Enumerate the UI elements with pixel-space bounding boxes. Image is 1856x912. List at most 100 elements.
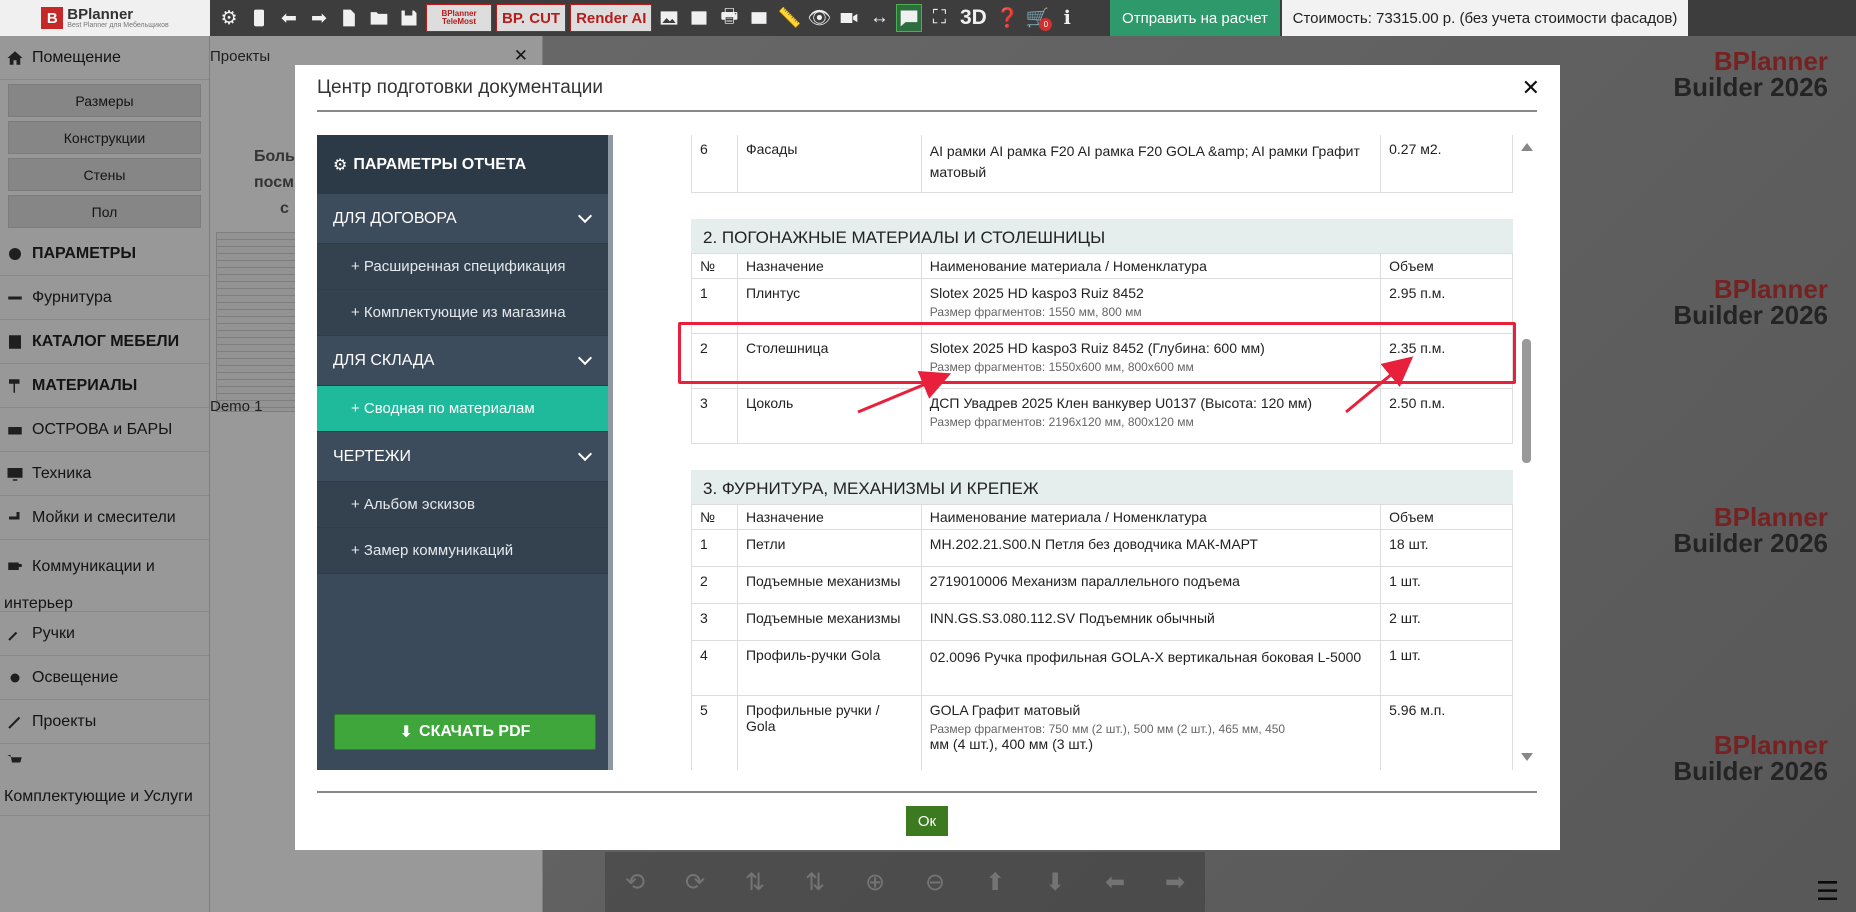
header-name: Наименование материала / Номенклатура: [920, 503, 1382, 530]
header-volume: Объем: [1380, 503, 1513, 530]
menu-section-warehouse[interactable]: ДЛЯ СКЛАДА: [317, 336, 608, 386]
menu-item-materials-summary[interactable]: + Сводная по материалам: [317, 386, 608, 432]
cell-name: AI рамки AI рамка F20 AI рамка F20 GOLA …: [920, 135, 1382, 193]
eye-icon[interactable]: 👁: [806, 4, 832, 32]
video-camera-icon[interactable]: [836, 4, 862, 32]
material-name: GOLA Графит матовый: [929, 701, 1081, 718]
table-facades: 6 Фасады AI рамки AI рамка F20 AI рамка …: [691, 135, 1513, 193]
fullscreen-icon[interactable]: ⛶: [926, 4, 952, 32]
toolbar-tools: ⚙ ⬅ ➡ BPlanner TeleMost BP. CUT Render A…: [212, 0, 1080, 36]
table-row: 1 Петли МН.202.21.S00.N Петля без доводч…: [691, 528, 1513, 567]
photo-icon[interactable]: [746, 4, 772, 32]
top-toolbar: B BPlanner Best Planner для Мебельщиков …: [0, 0, 1856, 36]
logo-mark-icon: B: [41, 7, 64, 29]
menu-section-label: ДЛЯ ДОГОВОРА: [333, 209, 457, 227]
new-file-icon[interactable]: [336, 4, 362, 32]
cell-volume: 2.50 п.м.: [1380, 387, 1513, 444]
scroll-thumb[interactable]: [1522, 339, 1531, 463]
save-icon[interactable]: [396, 4, 422, 32]
telemost-line2: TeleMost: [441, 17, 477, 26]
ruler-icon[interactable]: 📏: [776, 4, 802, 32]
cell-volume: 2 шт.: [1380, 602, 1513, 641]
scroll-down-arrow-icon[interactable]: [1521, 753, 1533, 761]
report-content[interactable]: 6 Фасады AI рамки AI рамка F20 AI рамка …: [691, 135, 1513, 770]
download-icon: ⬇: [399, 724, 414, 741]
info-icon[interactable]: ℹ: [1054, 4, 1080, 32]
chat-icon[interactable]: [896, 4, 923, 32]
menu-item-shop-components[interactable]: + Комплектующие из магазина: [317, 290, 608, 336]
cell-no: 6: [691, 135, 738, 193]
material-name: Slotex 2025 HD kaspo3 Ruiz 8452: [929, 284, 1144, 301]
table-header-row: № Назначение Наименование материала / Но…: [691, 503, 1513, 530]
logo-tagline: Best Planner для Мебельщиков: [67, 22, 169, 29]
table-row: 3 Подъемные механизмы INN.GS.S3.080.112.…: [691, 602, 1513, 641]
table-row: 6 Фасады AI рамки AI рамка F20 AI рамка …: [691, 135, 1513, 193]
cell-volume: 5.96 м.п.: [1380, 694, 1513, 770]
telemost-button[interactable]: BPlanner TeleMost: [426, 4, 492, 32]
header-no: №: [691, 503, 738, 530]
chevron-down-icon: [577, 208, 593, 224]
cell-purpose: Фасады: [736, 135, 922, 193]
help-icon[interactable]: ❓: [994, 4, 1020, 32]
cell-no: 1: [691, 528, 738, 567]
open-folder-icon[interactable]: [366, 4, 392, 32]
send-for-calculation-button[interactable]: Отправить на расчет: [1110, 0, 1280, 36]
undo-arrow-icon[interactable]: ⬅: [276, 4, 302, 32]
table-header-row: № Назначение Наименование материала / Но…: [691, 252, 1513, 279]
app-logo[interactable]: B BPlanner Best Planner для Мебельщиков: [0, 0, 210, 36]
modal-title: Центр подготовки документации: [317, 77, 603, 98]
menu-section-label: ЧЕРТЕЖИ: [333, 447, 412, 465]
cell-name: INN.GS.S3.080.112.SV Подъемник обычный: [920, 602, 1382, 641]
menu-section-contract[interactable]: ДЛЯ ДОГОВОРА: [317, 194, 608, 244]
fragment-size: Размер фрагментов: 2196x120 мм, 800x120 …: [929, 414, 1194, 429]
header-volume: Объем: [1380, 252, 1513, 279]
ok-button[interactable]: Ок: [906, 806, 948, 836]
cell-no: 2: [691, 565, 738, 604]
menu-item-measure-comms[interactable]: + Замер коммуникаций: [317, 528, 608, 574]
content-scrollbar[interactable]: [1519, 135, 1533, 770]
3d-view-button[interactable]: 3D: [956, 4, 990, 32]
table-row: 4 Профиль-ручки Gola 02.0096 Ручка профи…: [691, 639, 1513, 696]
chevron-down-icon: [577, 350, 593, 366]
cell-no: 4: [691, 639, 738, 696]
cell-purpose: Подъемные механизмы: [736, 565, 922, 604]
redo-arrow-icon[interactable]: ➡: [306, 4, 332, 32]
menu-item-extended-spec[interactable]: + Расширенная спецификация: [317, 244, 608, 290]
download-pdf-label: СКАЧАТЬ PDF: [419, 723, 531, 740]
header-name: Наименование материала / Номенклатура: [920, 252, 1382, 279]
scroll-up-arrow-icon[interactable]: [1521, 143, 1533, 151]
menu-section-drawings[interactable]: ЧЕРТЕЖИ: [317, 432, 608, 482]
section-title: 2. ПОГОНАЖНЫЕ МАТЕРИАЛЫ И СТОЛЕШНИЦЫ: [691, 218, 1513, 253]
report-menu-header-label: ПАРАМЕТРЫ ОТЧЕТА: [353, 155, 527, 173]
cell-volume: 1 шт.: [1380, 565, 1513, 604]
print-icon[interactable]: 🖶: [716, 4, 742, 32]
cell-purpose: Петли: [736, 528, 922, 567]
gear-icon: ⚙: [333, 156, 348, 174]
fragment-size: Размер фрагментов: 750 мм (2 шт.), 500 м…: [929, 721, 1286, 736]
cell-volume: 1 шт.: [1380, 639, 1513, 696]
report-menu-header: ⚙ ПАРАМЕТРЫ ОТЧЕТА: [317, 135, 608, 194]
divider: [317, 791, 1537, 793]
logo-name: BPlanner: [67, 6, 134, 23]
cell-name: 02.0096 Ручка профильная GOLA-X вертикал…: [920, 639, 1382, 696]
menu-item-sketch-album[interactable]: + Альбом эскизов: [317, 482, 608, 528]
cell-purpose: Профильные ручки / Gola: [736, 694, 922, 770]
table-hardware: № Назначение Наименование материала / Но…: [691, 503, 1513, 770]
render-ai-button[interactable]: Render AI: [570, 4, 653, 32]
cell-volume: 0.27 м2.: [1380, 135, 1513, 193]
resize-arrows-icon[interactable]: ↔: [866, 4, 892, 32]
table-row: 2 Подъемные механизмы 2719010006 Механиз…: [691, 565, 1513, 604]
header-purpose: Назначение: [736, 503, 922, 530]
close-icon[interactable]: ✕: [1522, 75, 1540, 101]
report-menu: ⚙ ПАРАМЕТРЫ ОТЧЕТА ДЛЯ ДОГОВОРА + Расшир…: [317, 135, 613, 770]
picture-icon[interactable]: [686, 4, 712, 32]
phone-icon[interactable]: [246, 4, 272, 32]
download-pdf-button[interactable]: ⬇ СКАЧАТЬ PDF: [334, 714, 596, 750]
cell-name: 2719010006 Механизм параллельного подъем…: [920, 565, 1382, 604]
cart-badge: 0: [1039, 18, 1053, 31]
cart-icon[interactable]: 🛒 0: [1024, 4, 1053, 32]
bpcut-button[interactable]: BP. CUT: [496, 4, 567, 32]
cell-volume: 18 шт.: [1380, 528, 1513, 567]
gear-icon[interactable]: ⚙: [216, 4, 242, 32]
image-icon[interactable]: [656, 4, 682, 32]
